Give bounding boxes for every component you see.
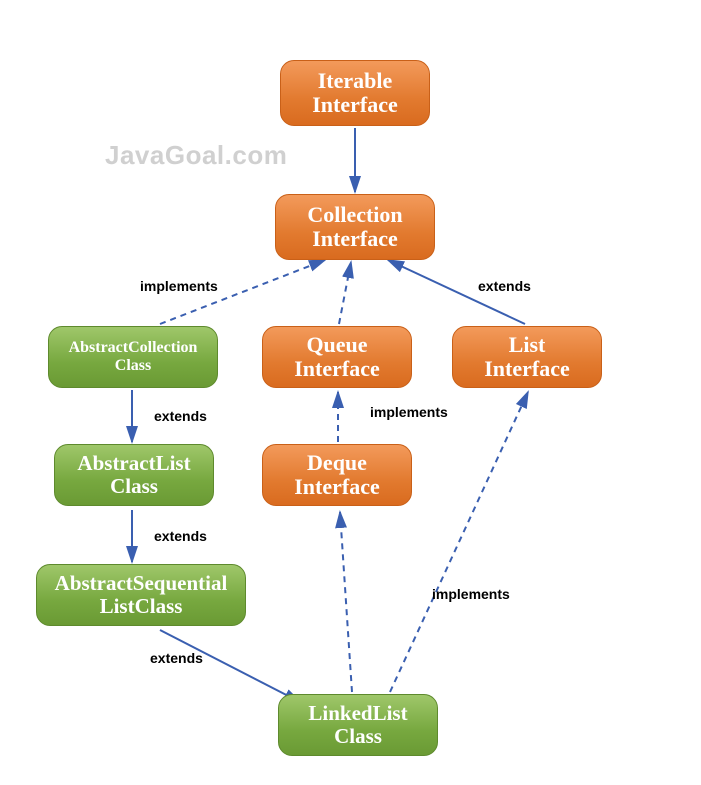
label-implements: implements	[370, 404, 448, 420]
node-deque-interface: Deque Interface	[262, 444, 412, 506]
node-line2: Interface	[312, 227, 398, 251]
node-line2: Interface	[484, 357, 570, 381]
node-line1: AbstractList	[77, 452, 190, 475]
node-linkedlist-class: LinkedList Class	[278, 694, 438, 756]
node-line2: Class	[334, 725, 382, 748]
node-line1: Queue	[306, 333, 367, 357]
node-abstractsequentiallist-class: AbstractSequential ListClass	[36, 564, 246, 626]
node-line2: Class	[115, 357, 151, 375]
node-abstractcollection-class: AbstractCollection Class	[48, 326, 218, 388]
node-abstractlist-class: AbstractList Class	[54, 444, 214, 506]
node-list-interface: List Interface	[452, 326, 602, 388]
label-implements: implements	[140, 278, 218, 294]
node-line2: ListClass	[100, 595, 183, 618]
node-line2: Class	[110, 475, 158, 498]
label-extends: extends	[154, 528, 207, 544]
watermark-text: JavaGoal.com	[105, 140, 287, 171]
node-collection-interface: Collection Interface	[275, 194, 435, 260]
node-line1: Iterable	[318, 69, 393, 93]
node-line2: Interface	[312, 93, 398, 117]
node-line1: AbstractCollection	[69, 339, 198, 357]
node-queue-interface: Queue Interface	[262, 326, 412, 388]
diagram-canvas: JavaGoal.com Iterable Interface Collecti…	[0, 0, 701, 785]
node-line2: Interface	[294, 475, 380, 499]
node-line1: List	[509, 333, 546, 357]
node-iterable-interface: Iterable Interface	[280, 60, 430, 126]
node-line1: AbstractSequential	[55, 572, 228, 595]
node-line1: Collection	[307, 203, 402, 227]
node-line2: Interface	[294, 357, 380, 381]
node-line1: Deque	[307, 451, 367, 475]
label-extends: extends	[154, 408, 207, 424]
label-implements: implements	[432, 586, 510, 602]
label-extends: extends	[478, 278, 531, 294]
node-line1: LinkedList	[308, 702, 407, 725]
label-extends: extends	[150, 650, 203, 666]
